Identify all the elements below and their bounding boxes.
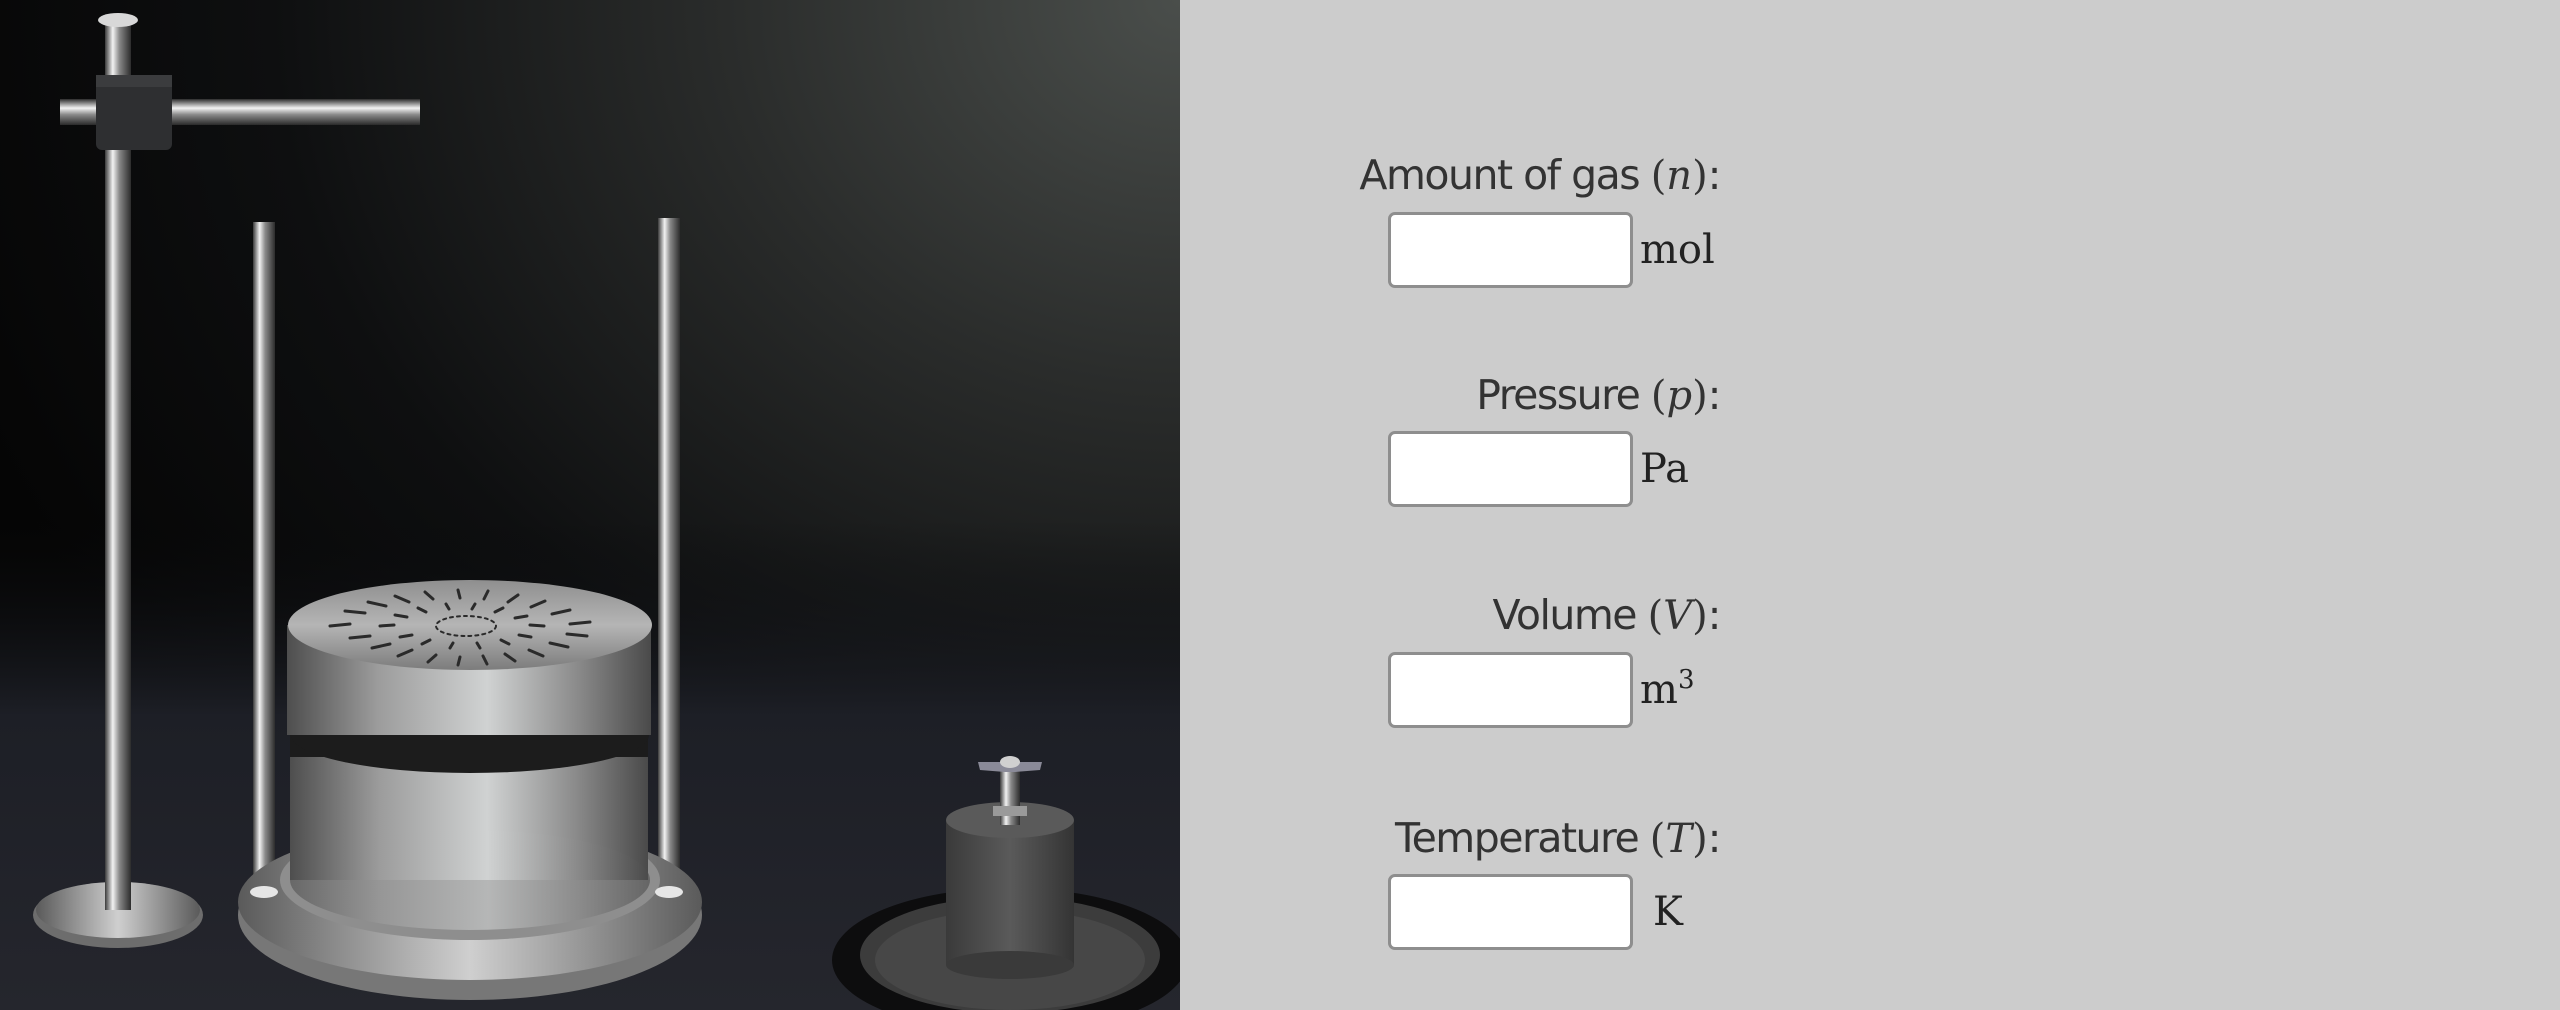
volume-unit: m3 — [1640, 665, 1695, 713]
temperature-unit: K — [1653, 889, 1683, 935]
amount-label: Amount of gas (n): — [1359, 151, 1721, 199]
temperature-input[interactable] — [1388, 874, 1633, 950]
volume-input[interactable] — [1388, 652, 1633, 728]
gas-cylinder-apparatus — [238, 580, 702, 1000]
apparatus-scene — [0, 0, 1180, 1010]
amount-input[interactable] — [1388, 212, 1633, 288]
volume-label: Volume (V): — [1492, 591, 1722, 639]
gas-properties-panel: Amount of gas (n): mol Pressure (p): Pa … — [1180, 0, 2560, 1010]
temperature-label: Temperature (T): — [1395, 814, 1722, 862]
pressure-label: Pressure (p): — [1476, 371, 1721, 419]
amount-unit: mol — [1640, 227, 1715, 273]
amount-symbol: n — [1666, 153, 1693, 199]
pressure-unit: Pa — [1640, 446, 1689, 492]
temperature-symbol: T — [1665, 816, 1693, 862]
volume-symbol: V — [1663, 593, 1693, 639]
pressure-symbol: p — [1666, 373, 1693, 419]
pressure-input[interactable] — [1388, 431, 1633, 507]
